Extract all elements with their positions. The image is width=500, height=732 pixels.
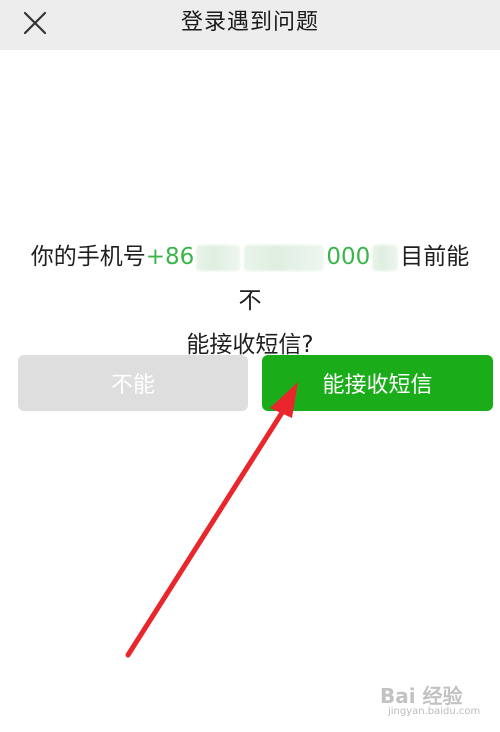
- can-receive-sms-button[interactable]: 能接收短信: [262, 355, 493, 411]
- sms-question: 你的手机号+86 000 目前能不 能接收短信?: [20, 235, 480, 367]
- cannot-receive-button[interactable]: 不能: [18, 355, 248, 411]
- question-prefix: 你的手机号: [30, 244, 146, 270]
- cannot-receive-label: 不能: [110, 373, 155, 398]
- phone-redaction: [196, 244, 241, 271]
- watermark-url: jingyan.baidu.com: [388, 706, 481, 717]
- phone-redaction: [372, 244, 399, 271]
- login-problem-page: 登录遇到问题 你的手机号+86 000 目前能不 能接收短信? 不能 能接收短信 B…: [0, 0, 500, 732]
- top-bar: 登录遇到问题: [0, 0, 500, 50]
- phone-redaction: [244, 244, 325, 271]
- watermark-brand: Bai 经验: [380, 684, 463, 708]
- phone-visible-digits: 000: [326, 244, 371, 270]
- phone-country-code: +86: [145, 244, 195, 270]
- phone-number: +86 000: [145, 244, 400, 271]
- baidu-jingyan-watermark: Bai 经验 jingyan.baidu.com: [380, 676, 495, 726]
- page-title: 登录遇到问题: [180, 10, 319, 35]
- arrow-shaft: [125, 405, 288, 658]
- can-receive-sms-label: 能接收短信: [322, 373, 433, 398]
